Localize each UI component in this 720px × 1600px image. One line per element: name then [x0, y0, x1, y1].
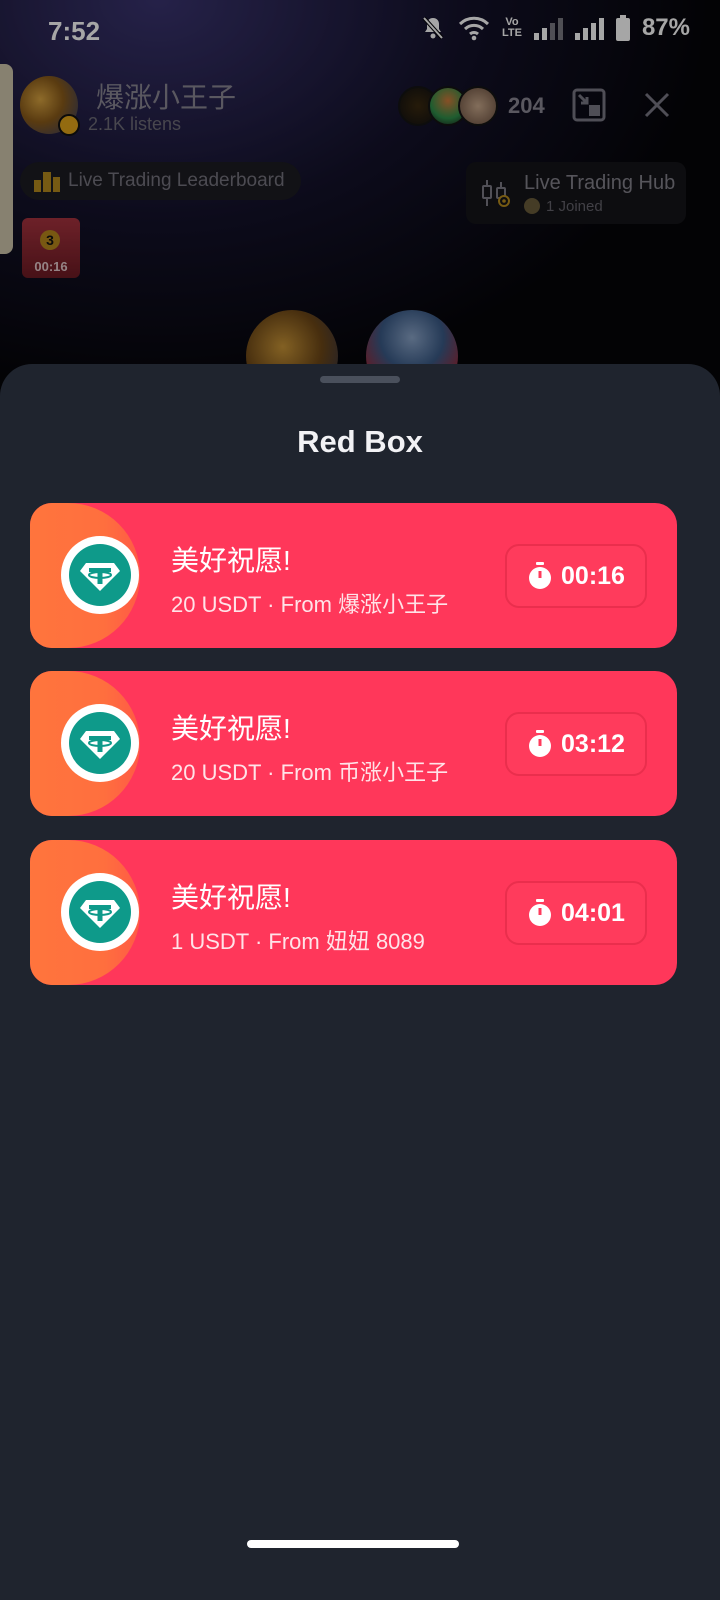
stopwatch-icon — [529, 899, 552, 926]
red-box-card[interactable]: 美好祝愿! 20 USDT · From 币涨小王子 03:12 — [30, 671, 677, 816]
card-timer: 00:16 — [505, 544, 647, 608]
usdt-tether-icon — [80, 731, 120, 759]
card-timer-text: 04:01 — [561, 898, 625, 927]
card-timer-text: 00:16 — [561, 561, 625, 590]
usdt-coin — [61, 704, 139, 782]
usdt-tether-icon — [80, 563, 120, 591]
card-title: 美好祝愿! — [171, 882, 291, 913]
red-box-card[interactable]: 美好祝愿! 20 USDT · From 爆涨小王子 00:16 — [30, 503, 677, 648]
usdt-coin — [61, 536, 139, 614]
card-timer: 04:01 — [505, 881, 647, 945]
card-subtitle: 20 USDT · From 爆涨小王子 — [171, 592, 449, 617]
card-title: 美好祝愿! — [171, 713, 291, 744]
usdt-coin — [61, 873, 139, 951]
card-timer: 03:12 — [505, 712, 647, 776]
sheet-grabber[interactable] — [320, 376, 400, 383]
usdt-tether-icon — [80, 900, 120, 928]
home-indicator[interactable] — [247, 1540, 459, 1548]
sheet-title: Red Box — [297, 424, 423, 459]
stopwatch-icon — [529, 562, 552, 589]
stopwatch-icon — [529, 730, 552, 757]
red-box-card[interactable]: 美好祝愿! 1 USDT · From 妞妞 8089 04:01 — [30, 840, 677, 985]
card-timer-text: 03:12 — [561, 729, 625, 758]
card-subtitle: 20 USDT · From 币涨小王子 — [171, 760, 449, 785]
card-subtitle: 1 USDT · From 妞妞 8089 — [171, 929, 425, 954]
card-title: 美好祝愿! — [171, 545, 291, 576]
dim-overlay[interactable] — [0, 0, 720, 400]
